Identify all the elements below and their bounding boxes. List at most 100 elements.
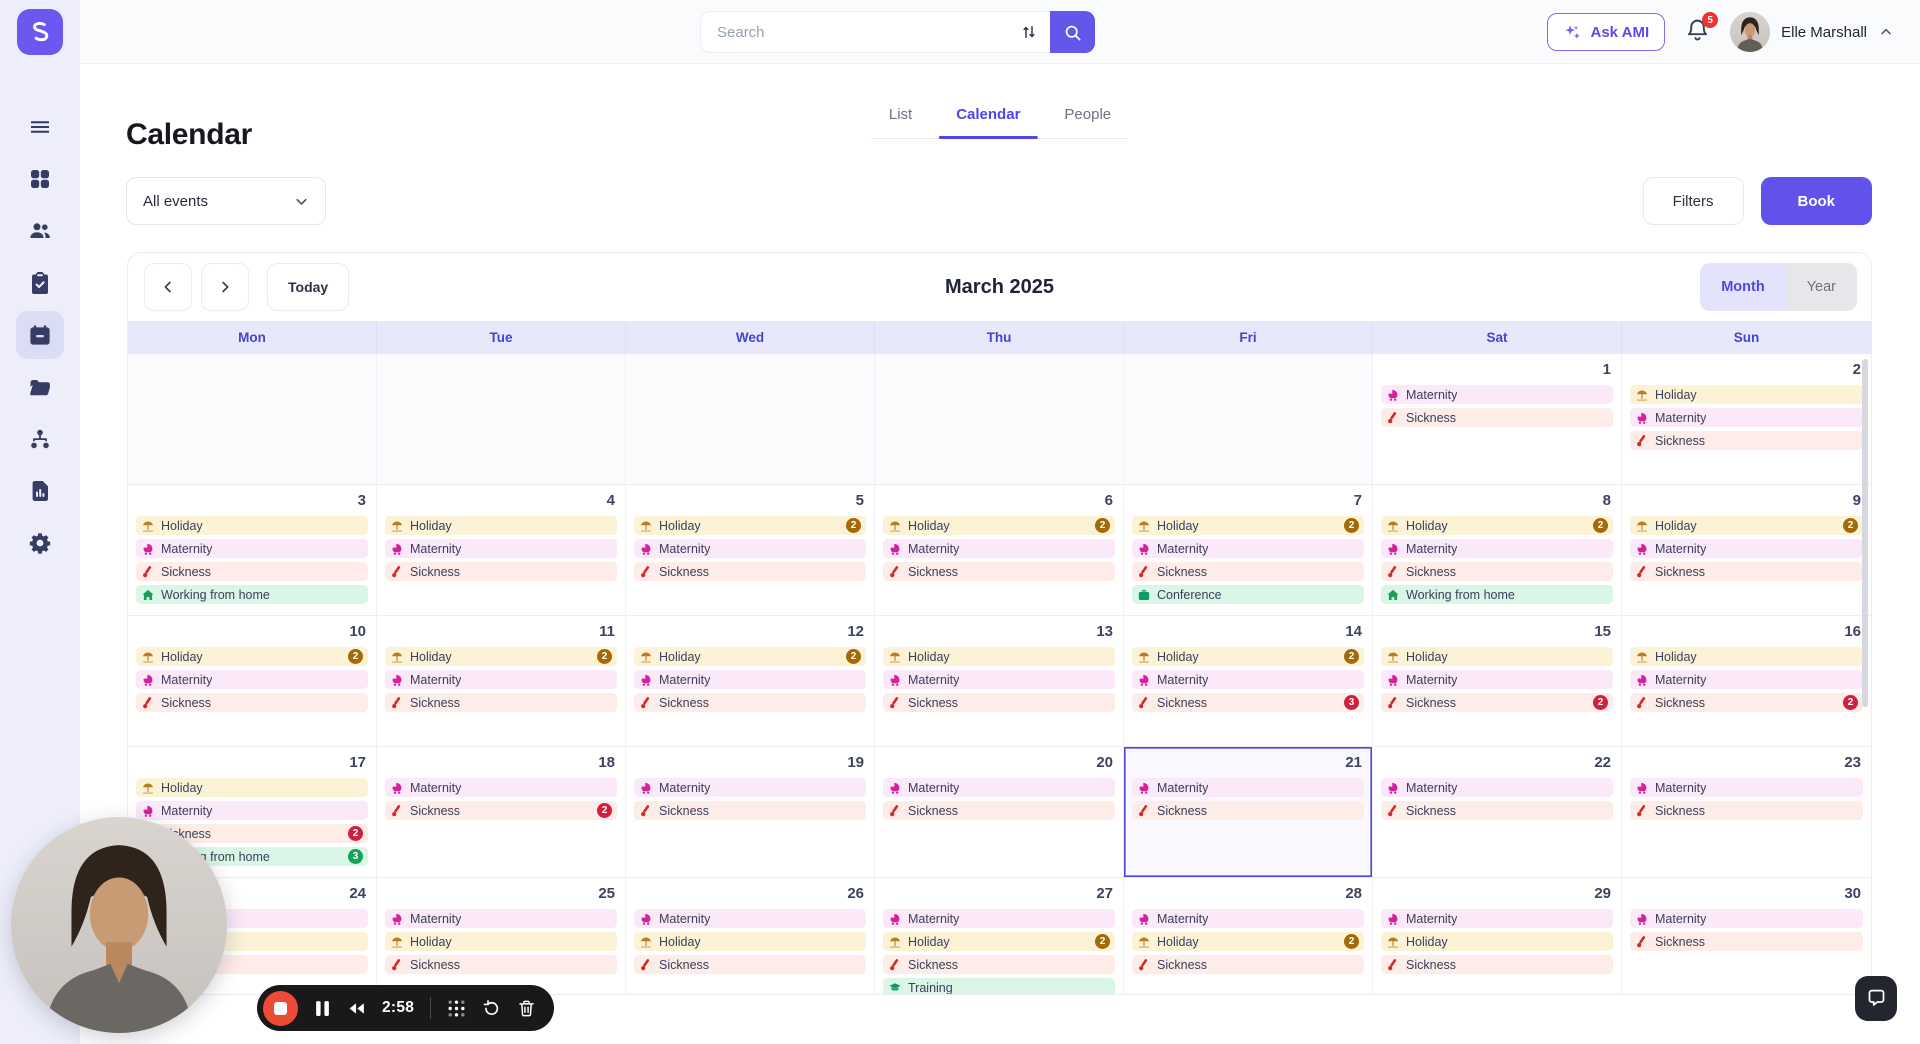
event-pill-sickness[interactable]: Sickness <box>1630 801 1863 820</box>
calendar-day-cell[interactable]: 26MaternityHolidaySickness <box>626 878 875 995</box>
calendar-day-cell[interactable]: 19MaternitySickness <box>626 747 875 878</box>
event-pill-maternity[interactable]: Maternity <box>634 909 866 928</box>
event-pill-holiday[interactable]: Holiday <box>883 647 1115 666</box>
event-pill-wfh[interactable]: Working from home <box>136 585 368 604</box>
restart-recording-button[interactable] <box>482 999 501 1018</box>
event-pill-sickness[interactable]: Sickness2 <box>1381 693 1613 712</box>
event-pill-maternity[interactable]: Maternity <box>634 539 866 558</box>
calendar-day-cell[interactable]: 27MaternityHoliday2SicknessTraining <box>875 878 1124 995</box>
event-pill-sickness[interactable]: Sickness <box>1630 431 1863 450</box>
event-pill-maternity[interactable]: Maternity <box>1132 670 1364 689</box>
event-pill-holiday[interactable]: Holiday2 <box>634 516 866 535</box>
calendar-day-cell[interactable]: 29MaternityHolidaySickness <box>1373 878 1622 995</box>
event-pill-maternity[interactable]: Maternity <box>136 670 368 689</box>
event-pill-sickness[interactable]: Sickness <box>883 693 1115 712</box>
calendar-day-cell[interactable]: 28MaternityHoliday2Sickness <box>1124 878 1373 995</box>
event-pill-sickness[interactable]: Sickness <box>1630 932 1863 951</box>
event-pill-holiday[interactable]: Holiday2 <box>883 516 1115 535</box>
sidebar-item-people[interactable] <box>16 207 64 255</box>
event-pill-maternity[interactable]: Maternity <box>1381 778 1613 797</box>
calendar-day-cell[interactable]: 25MaternityHolidaySickness <box>377 878 626 995</box>
event-pill-maternity[interactable]: Maternity <box>1132 778 1364 797</box>
rewind-button[interactable] <box>347 999 366 1018</box>
next-month-button[interactable] <box>201 263 249 311</box>
sidebar-item-calendar[interactable] <box>16 311 64 359</box>
calendar-day-cell[interactable]: 20MaternitySickness <box>875 747 1124 878</box>
event-pill-holiday[interactable]: Holiday2 <box>136 647 368 666</box>
calendar-day-cell[interactable]: 13HolidayMaternitySickness <box>875 616 1124 747</box>
filter-sliders-icon[interactable] <box>1020 23 1038 41</box>
sidebar-item-settings[interactable] <box>16 519 64 567</box>
event-pill-sickness[interactable]: Sickness <box>1381 955 1613 974</box>
event-pill-sickness[interactable]: Sickness <box>1132 562 1364 581</box>
event-pill-maternity[interactable]: Maternity <box>1381 539 1613 558</box>
calendar-day-cell[interactable]: 16HolidayMaternitySickness2 <box>1622 616 1871 747</box>
event-pill-maternity[interactable]: Maternity <box>1630 670 1863 689</box>
calendar-day-cell[interactable]: 15HolidayMaternitySickness2 <box>1373 616 1622 747</box>
calendar-day-cell[interactable]: 5Holiday2MaternitySickness <box>626 485 875 616</box>
sidebar-item-dashboard[interactable] <box>16 155 64 203</box>
app-logo[interactable] <box>17 9 63 55</box>
calendar-day-cell[interactable]: 11Holiday2MaternitySickness <box>377 616 626 747</box>
event-pill-maternity[interactable]: Maternity <box>634 778 866 797</box>
webcam-bubble[interactable] <box>11 817 227 1033</box>
event-pill-maternity[interactable]: Maternity <box>1381 670 1613 689</box>
event-pill-sickness[interactable]: Sickness <box>634 693 866 712</box>
stop-recording-button[interactable] <box>263 991 298 1026</box>
event-pill-maternity[interactable]: Maternity <box>883 778 1115 797</box>
tab-list[interactable]: List <box>872 106 929 138</box>
event-pill-maternity[interactable]: Maternity <box>385 670 617 689</box>
event-pill-maternity[interactable]: Maternity <box>136 539 368 558</box>
event-pill-holiday[interactable]: Holiday2 <box>1630 516 1863 535</box>
book-button[interactable]: Book <box>1761 177 1873 225</box>
event-pill-holiday[interactable]: Holiday <box>136 516 368 535</box>
ask-ami-button[interactable]: Ask AMI <box>1547 13 1666 51</box>
event-pill-maternity[interactable]: Maternity <box>883 909 1115 928</box>
calendar-day-cell[interactable]: 10Holiday2MaternitySickness <box>128 616 377 747</box>
calendar-day-cell[interactable]: 21MaternitySickness <box>1124 747 1373 878</box>
event-pill-sickness[interactable]: Sickness <box>1132 955 1364 974</box>
calendar-day-cell[interactable]: 18MaternitySickness2 <box>377 747 626 878</box>
tab-calendar[interactable]: Calendar <box>939 106 1037 138</box>
sidebar-item-tasks[interactable] <box>16 259 64 307</box>
event-pill-holiday[interactable]: Holiday <box>1381 932 1613 951</box>
event-pill-sickness[interactable]: Sickness <box>634 562 866 581</box>
event-pill-holiday[interactable]: Holiday <box>385 932 617 951</box>
calendar-day-cell[interactable]: 6Holiday2MaternitySickness <box>875 485 1124 616</box>
event-pill-maternity[interactable]: Maternity <box>883 539 1115 558</box>
event-pill-maternity[interactable]: Maternity <box>1381 385 1613 404</box>
event-pill-sickness[interactable]: Sickness2 <box>1630 693 1863 712</box>
event-pill-maternity[interactable]: Maternity <box>1381 909 1613 928</box>
prev-month-button[interactable] <box>144 263 192 311</box>
event-pill-maternity[interactable]: Maternity <box>634 670 866 689</box>
filters-button[interactable]: Filters <box>1643 177 1744 225</box>
event-pill-holiday[interactable]: Holiday <box>1381 647 1613 666</box>
event-pill-sickness[interactable]: Sickness <box>136 562 368 581</box>
event-pill-sickness[interactable]: Sickness <box>883 562 1115 581</box>
pause-button[interactable] <box>314 1000 331 1017</box>
event-pill-sickness[interactable]: Sickness <box>634 955 866 974</box>
view-month-button[interactable]: Month <box>1700 263 1785 311</box>
event-pill-holiday[interactable]: Holiday2 <box>634 647 866 666</box>
calendar-day-cell[interactable]: 23MaternitySickness <box>1622 747 1871 878</box>
event-pill-holiday[interactable]: Holiday <box>634 932 866 951</box>
event-pill-sickness[interactable]: Sickness <box>1381 562 1613 581</box>
tab-people[interactable]: People <box>1047 106 1128 138</box>
event-pill-maternity[interactable]: Maternity <box>136 801 368 820</box>
event-pill-training[interactable]: Training <box>883 978 1115 995</box>
event-pill-sickness[interactable]: Sickness <box>1381 408 1613 427</box>
event-pill-holiday[interactable]: Holiday2 <box>385 647 617 666</box>
event-pill-maternity[interactable]: Maternity <box>1132 909 1364 928</box>
calendar-day-cell[interactable]: 7Holiday2MaternitySicknessConference <box>1124 485 1373 616</box>
event-pill-sickness[interactable]: Sickness <box>634 801 866 820</box>
calendar-day-cell[interactable]: 8Holiday2MaternitySicknessWorking from h… <box>1373 485 1622 616</box>
sidebar-item-org-chart[interactable] <box>16 415 64 463</box>
event-pill-maternity[interactable]: Maternity <box>1630 539 1863 558</box>
event-pill-sickness[interactable]: Sickness <box>1132 801 1364 820</box>
event-pill-holiday[interactable]: Holiday <box>1630 647 1863 666</box>
event-pill-maternity[interactable]: Maternity <box>883 670 1115 689</box>
event-pill-maternity[interactable]: Maternity <box>385 909 617 928</box>
sidebar-item-reports[interactable] <box>16 467 64 515</box>
event-pill-holiday[interactable]: Holiday <box>136 778 368 797</box>
today-button[interactable]: Today <box>267 263 349 311</box>
